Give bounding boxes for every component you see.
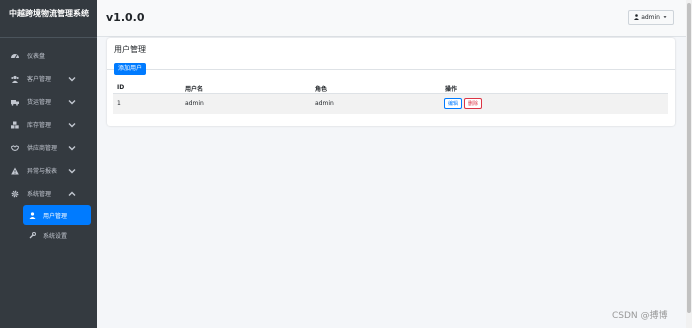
warning-icon — [11, 167, 19, 175]
chevron-up-icon[interactable] — [68, 190, 76, 198]
sidebar-item-label: 系统设置 — [43, 232, 68, 240]
sidebar: 中越跨境物流管理系统 仪表盘 客户管理 货运管理 库存管理 供应商管理 异常与报… — [0, 0, 97, 328]
cell-username: admin — [185, 100, 204, 107]
cell-role: admin — [315, 100, 334, 107]
sidebar-item-inventory[interactable]: 库存管理 — [0, 113, 97, 136]
sidebar-item-reports[interactable]: 异常与报表 — [0, 159, 97, 182]
sidebar-item-label: 仪表盘 — [27, 53, 46, 60]
sidebar-item-user-management[interactable]: 用户管理 — [23, 205, 91, 225]
truck-icon — [11, 98, 19, 106]
column-header-actions: 操作 — [445, 86, 458, 93]
sidebar-item-system-settings[interactable]: 系统设置 — [0, 225, 97, 245]
scrollbar[interactable] — [686, 0, 692, 328]
sidebar-item-label: 异常与报表 — [27, 168, 58, 175]
sidebar-item-label: 用户管理 — [43, 212, 68, 220]
chevron-down-icon[interactable] — [68, 75, 76, 83]
sidebar-item-customers[interactable]: 客户管理 — [0, 67, 97, 90]
user-menu-button[interactable]: admin — [628, 10, 674, 25]
app-version: v1.0.0 — [106, 11, 145, 24]
chevron-down-icon[interactable] — [68, 144, 76, 152]
column-header-username: 用户名 — [185, 86, 204, 93]
boxes-icon — [11, 121, 19, 129]
sidebar-item-label: 库存管理 — [27, 122, 52, 129]
watermark: CSDN @搏博 — [612, 311, 668, 321]
users-table: ID 用户名 角色 操作 1 admin admin 编辑 删除 — [113, 81, 668, 114]
handshake-icon — [11, 144, 19, 152]
chevron-down-icon[interactable] — [68, 121, 76, 129]
row-actions: 编辑 删除 — [444, 98, 483, 109]
chevron-down-icon[interactable] — [68, 167, 76, 175]
column-header-id: ID — [117, 84, 125, 91]
sidebar-item-suppliers[interactable]: 供应商管理 — [0, 136, 97, 159]
caret-down-icon — [662, 14, 668, 22]
chevron-down-icon[interactable] — [68, 98, 76, 106]
sidebar-item-label: 客户管理 — [27, 76, 52, 83]
sidebar-item-label: 系统管理 — [27, 191, 52, 198]
gear-icon — [11, 190, 19, 198]
edit-button[interactable]: 编辑 — [444, 98, 463, 109]
delete-button[interactable]: 删除 — [464, 98, 483, 109]
user-name: admin — [641, 14, 660, 21]
table-header-row: ID 用户名 角色 操作 — [113, 81, 668, 94]
wrench-icon — [29, 231, 36, 239]
top-header: v1.0.0 admin — [97, 0, 686, 37]
column-header-role: 角色 — [315, 86, 328, 93]
dashboard-icon — [11, 52, 19, 60]
sidebar-item-dashboard[interactable]: 仪表盘 — [0, 44, 97, 67]
table-row: 1 admin admin 编辑 删除 — [113, 94, 668, 114]
sidebar-item-label: 供应商管理 — [27, 145, 58, 152]
sidebar-item-label: 货运管理 — [27, 99, 52, 106]
user-icon — [634, 13, 640, 22]
sidebar-item-system[interactable]: 系统管理 — [0, 182, 97, 205]
sidebar-item-shipping[interactable]: 货运管理 — [0, 90, 97, 113]
add-user-button[interactable]: 添加用户 — [114, 63, 147, 75]
cell-id: 1 — [117, 100, 121, 107]
scrollbar-thumb[interactable] — [687, 3, 691, 313]
brand-title: 中越跨境物流管理系统 — [0, 0, 97, 38]
page-title: 用户管理 — [114, 45, 146, 54]
user-icon — [29, 211, 36, 219]
sidebar-nav: 仪表盘 客户管理 货运管理 库存管理 供应商管理 异常与报表 系统管理 用户管理… — [0, 44, 97, 245]
users-icon — [11, 75, 19, 83]
card-header: 用户管理 添加用户 — [107, 38, 675, 75]
user-management-card: 用户管理 添加用户 ID 用户名 角色 操作 1 admin admin 编辑 … — [107, 38, 675, 126]
